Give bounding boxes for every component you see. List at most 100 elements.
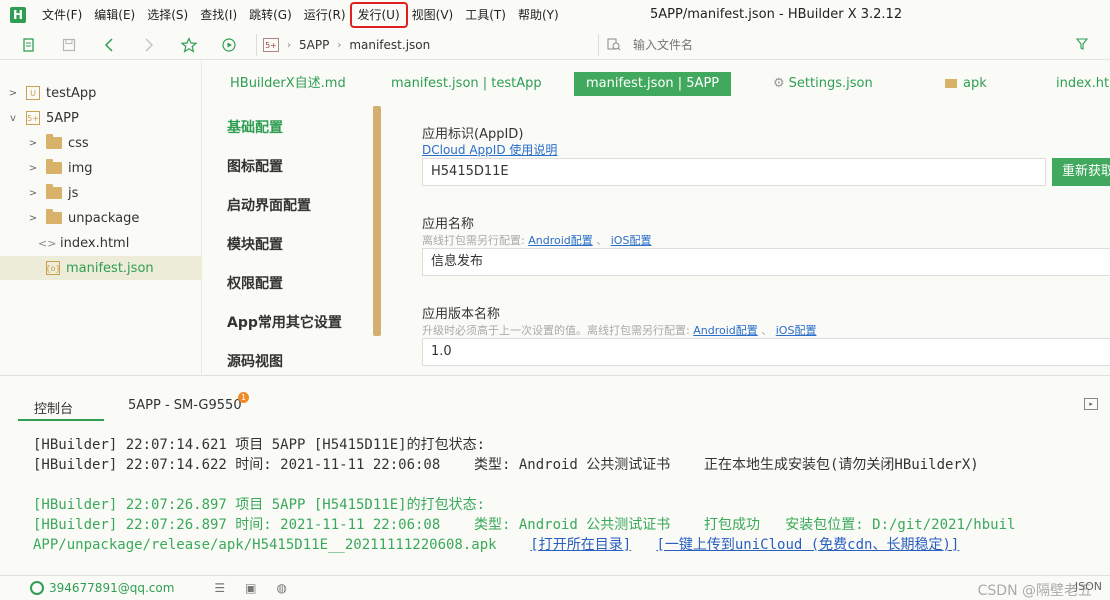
user-icon[interactable] — [30, 581, 44, 595]
search-file-icon — [607, 37, 621, 54]
breadcrumb-file[interactable]: manifest.json — [349, 38, 430, 52]
palette-icon[interactable]: ◍ — [277, 581, 287, 595]
nav-basic-config[interactable]: 基础配置 — [227, 117, 283, 137]
project-u-icon: U — [26, 86, 40, 100]
separator: 、 — [596, 234, 608, 247]
tab-console[interactable]: 控制台 — [18, 398, 104, 421]
toolbar: 5+ › 5APP › manifest.json — [0, 30, 1110, 60]
folder-icon — [46, 184, 62, 199]
status-bar: 394677891@qq.com ☰ ▣ ◍ CSDN @隔壁老五 JSON — [0, 575, 1110, 600]
chevron-down-icon[interactable]: v — [8, 113, 18, 124]
app-name-ios-link[interactable]: iOS配置 — [611, 234, 652, 247]
menu-tools[interactable]: 工具(T) — [459, 4, 512, 26]
app-name-android-link[interactable]: Android配置 — [528, 234, 593, 247]
tree-item-css[interactable]: > css — [0, 131, 202, 155]
tab-label: index.htm — [1056, 76, 1110, 91]
tab-label: manifest.json | testApp — [391, 76, 542, 91]
menu-help[interactable]: 帮助(Y) — [512, 4, 565, 26]
app-name-help-text: 离线打包需另行配置: — [422, 234, 525, 247]
tab-index-html[interactable]: index.htm — [1044, 72, 1110, 96]
open-folder-link[interactable]: [打开所在目录] — [530, 537, 631, 553]
menu-view[interactable]: 视图(V) — [406, 4, 460, 26]
project-5plus-icon: 5+ — [26, 111, 40, 125]
save-icon[interactable] — [58, 34, 80, 56]
console-export-icon[interactable]: ▸ — [1084, 398, 1098, 410]
new-file-icon[interactable] — [18, 34, 40, 56]
file-search — [598, 34, 1096, 56]
chevron-right-icon[interactable]: > — [28, 188, 38, 199]
list-icon[interactable]: ☰ — [214, 581, 225, 595]
tree-item-index-html[interactable]: <> index.html — [0, 231, 202, 255]
settings-nav: 基础配置 图标配置 启动界面配置 模块配置 权限配置 App常用其它设置 源码视… — [203, 101, 381, 374]
tab-label: manifest.json | 5APP — [586, 76, 720, 91]
menu-publish[interactable]: 发行(U) — [349, 2, 408, 28]
app-name-input[interactable]: 信息发布 — [422, 248, 1110, 276]
tree-item-manifest-json[interactable]: {o} manifest.json — [0, 256, 202, 280]
tab-manifest-5app[interactable]: manifest.json | 5APP — [574, 72, 732, 96]
tab-label: HBuilderX自述.md — [230, 76, 346, 91]
folder-icon — [46, 209, 62, 224]
file-search-input[interactable] — [633, 38, 1053, 52]
tree-item-5app[interactable]: v 5+ 5APP — [0, 106, 202, 130]
file-type-label[interactable]: JSON — [1075, 580, 1102, 593]
chevron-right-icon[interactable]: > — [8, 88, 18, 99]
tree-item-img[interactable]: > img — [0, 156, 202, 180]
app-name-help: 离线打包需另行配置: Android配置 、 iOS配置 — [422, 232, 651, 248]
version-ios-link[interactable]: iOS配置 — [776, 324, 817, 337]
folder-icon — [46, 159, 62, 174]
log-line: [HBuilder] 22:07:26.897 项目 5APP [H5415D1… — [33, 497, 486, 513]
upload-unicloud-link[interactable]: [一键上传到uniCloud (免费cdn、长期稳定)] — [656, 537, 959, 553]
nav-module-config[interactable]: 模块配置 — [227, 234, 283, 254]
menu-find[interactable]: 查找(I) — [194, 4, 243, 26]
app-name-label: 应用名称 — [422, 217, 475, 232]
apk-path: APP/unpackage/release/apk/H5415D11E__202… — [33, 537, 531, 553]
tree-item-label: 5APP — [46, 110, 79, 126]
chevron-right-icon[interactable]: > — [28, 138, 38, 149]
menu-file[interactable]: 文件(F) — [36, 4, 88, 26]
json-file-icon: {o} — [45, 261, 61, 275]
nav-splash-config[interactable]: 启动界面配置 — [227, 195, 311, 215]
filter-icon[interactable] — [1075, 37, 1089, 53]
terminal-icon[interactable]: ▣ — [245, 581, 256, 595]
log-line: [HBuilder] 22:07:14.622 时间: 2021-11-11 2… — [33, 457, 979, 473]
version-android-link[interactable]: Android配置 — [693, 324, 758, 337]
version-name-input[interactable]: 1.0 — [422, 338, 1110, 366]
tab-settings-json[interactable]: ⚙ Settings.json — [761, 72, 885, 96]
nav-permission-config[interactable]: 权限配置 — [227, 273, 283, 293]
back-icon[interactable] — [98, 34, 120, 56]
console-panel: 控制台 5APP - SM-G9550 1 ▸ [HBuilder] 22:07… — [0, 375, 1110, 575]
tree-item-js[interactable]: > js — [0, 181, 202, 205]
nav-icon-config[interactable]: 图标配置 — [227, 156, 283, 176]
forward-icon[interactable] — [138, 34, 160, 56]
menu-run[interactable]: 运行(R) — [298, 4, 352, 26]
chevron-right-icon[interactable]: > — [28, 163, 38, 174]
appid-label: 应用标识(AppID) — [422, 127, 524, 142]
appid-help-link[interactable]: DCloud AppID 使用说明 — [422, 143, 557, 157]
html-file-icon: <> — [38, 236, 57, 250]
tab-manifest-testapp[interactable]: manifest.json | testApp — [379, 72, 554, 96]
regenerate-appid-button[interactable]: 重新获取 — [1052, 158, 1110, 186]
nav-scrollbar[interactable] — [373, 106, 381, 336]
editor-tabs: HBuilderX自述.md manifest.json | testApp m… — [203, 61, 1110, 101]
breadcrumb-project[interactable]: 5APP — [299, 38, 329, 52]
tree-item-label: js — [68, 185, 79, 201]
menu-goto[interactable]: 跳转(G) — [243, 4, 298, 26]
nav-app-other-settings[interactable]: App常用其它设置 — [227, 312, 342, 332]
tree-item-testapp[interactable]: > U testApp — [0, 81, 202, 105]
star-icon[interactable] — [178, 34, 200, 56]
chevron-right-icon[interactable]: > — [28, 213, 38, 224]
tab-device-log[interactable]: 5APP - SM-G9550 — [128, 398, 242, 413]
menu-edit[interactable]: 编辑(E) — [88, 4, 141, 26]
user-email[interactable]: 394677891@qq.com — [49, 581, 174, 595]
tab-apk[interactable]: apk — [933, 72, 999, 96]
nav-source-view[interactable]: 源码视图 — [227, 351, 283, 371]
appid-input[interactable]: H5415D11E — [422, 158, 1046, 186]
tree-item-label: manifest.json — [66, 260, 154, 276]
tab-hbuilderx-readme[interactable]: HBuilderX自述.md — [218, 72, 358, 96]
menu-select[interactable]: 选择(S) — [141, 4, 194, 26]
log-line: APP/unpackage/release/apk/H5415D11E__202… — [33, 534, 959, 554]
run-icon[interactable] — [218, 34, 240, 56]
version-help-text: 升级时必须高于上一次设置的值。离线打包需另行配置: — [422, 324, 690, 337]
tree-item-unpackage[interactable]: > unpackage — [0, 206, 202, 230]
